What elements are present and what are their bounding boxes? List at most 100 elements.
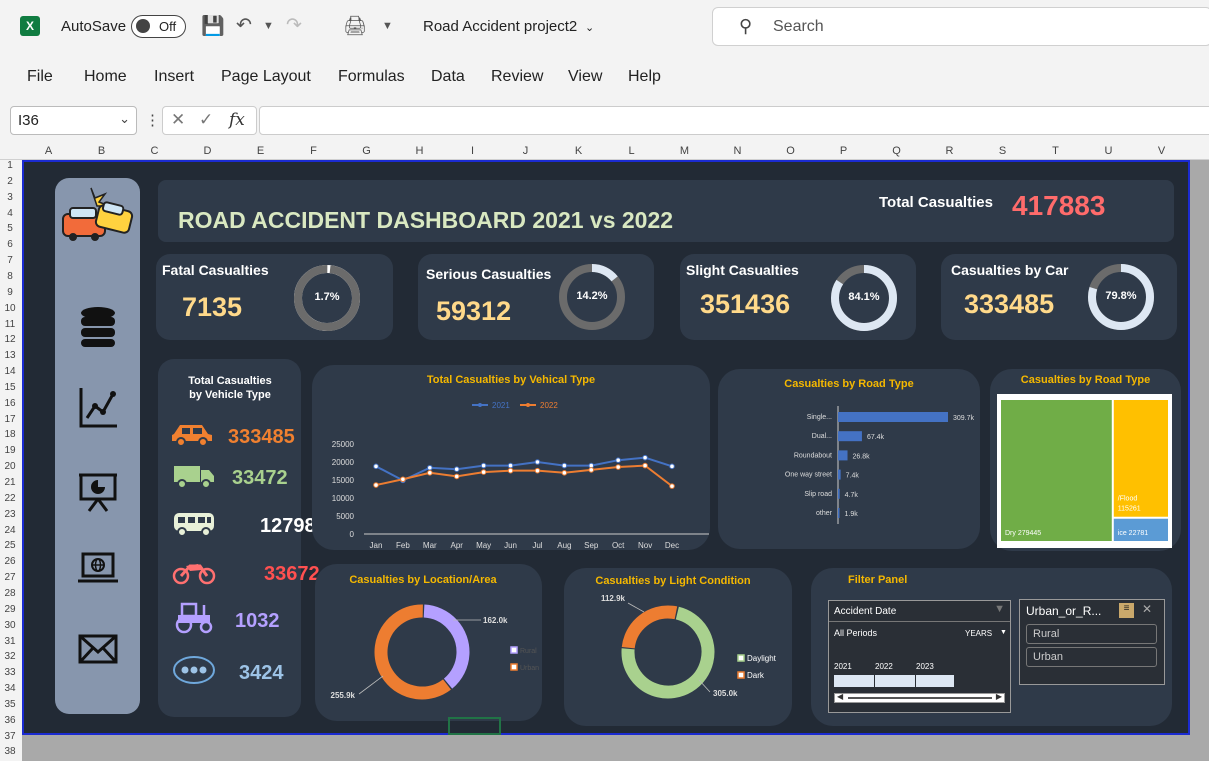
row-header[interactable]: 19 (0, 445, 20, 456)
redo-icon[interactable]: ↷ (286, 14, 302, 37)
tab-data[interactable]: Data (431, 68, 465, 86)
column-header[interactable]: T (1029, 145, 1082, 157)
column-header[interactable]: O (764, 145, 817, 157)
row-header[interactable]: 21 (0, 477, 20, 488)
row-header[interactable]: 5 (0, 223, 20, 234)
row-header[interactable]: 8 (0, 271, 20, 282)
column-header[interactable]: B (75, 145, 128, 157)
line-chart-icon[interactable] (77, 386, 119, 428)
row-header[interactable]: 29 (0, 604, 20, 615)
row-header[interactable]: 15 (0, 382, 20, 393)
level-dropdown-icon[interactable]: ▼ (1000, 629, 1007, 636)
print-preview-icon[interactable]: 🖨 (343, 14, 367, 38)
clear-filter-icon[interactable]: ▼ (994, 603, 1005, 615)
row-header[interactable]: 28 (0, 588, 20, 599)
row-header[interactable]: 26 (0, 556, 20, 567)
row-header[interactable]: 12 (0, 334, 20, 345)
mail-icon[interactable] (77, 628, 119, 670)
document-title[interactable]: Road Accident project2 (423, 18, 577, 35)
row-header[interactable]: 2 (0, 176, 20, 187)
row-header[interactable]: 11 (0, 319, 20, 330)
name-box-dropdown-icon[interactable]: ⌄ (119, 111, 130, 127)
row-header[interactable]: 35 (0, 699, 20, 710)
enter-icon[interactable]: ✓ (199, 110, 213, 130)
more-options-icon[interactable]: ⋮ (145, 111, 160, 129)
presentation-icon[interactable] (77, 470, 119, 512)
column-header[interactable]: E (234, 145, 287, 157)
row-header[interactable]: 16 (0, 398, 20, 409)
tab-view[interactable]: View (568, 68, 602, 86)
row-header[interactable]: 13 (0, 350, 20, 361)
row-header[interactable]: 32 (0, 651, 20, 662)
tab-file[interactable]: File (27, 68, 53, 86)
row-header[interactable]: 7 (0, 255, 20, 266)
timeline-bar-2023[interactable] (916, 675, 954, 687)
column-header[interactable]: N (711, 145, 764, 157)
tab-page-layout[interactable]: Page Layout (221, 68, 311, 86)
scroll-right-icon[interactable]: ▶ (996, 692, 1002, 701)
row-header[interactable]: 25 (0, 540, 20, 551)
row-header[interactable]: 17 (0, 414, 20, 425)
save-icon[interactable]: 💾 (201, 14, 225, 38)
column-header[interactable]: M (658, 145, 711, 157)
column-header[interactable]: U (1082, 145, 1135, 157)
tab-formulas[interactable]: Formulas (338, 68, 405, 86)
column-header[interactable]: C (128, 145, 181, 157)
tab-help[interactable]: Help (628, 68, 661, 86)
column-header[interactable]: V (1135, 145, 1188, 157)
timeline-scrollbar[interactable]: ◀ ▶ (834, 692, 1005, 703)
multi-select-icon[interactable]: ≡ (1119, 603, 1134, 618)
row-header[interactable]: 23 (0, 509, 20, 520)
row-header[interactable]: 24 (0, 525, 20, 536)
customize-toolbar-icon[interactable]: ▼ (382, 20, 393, 32)
column-header[interactable]: D (181, 145, 234, 157)
timeline-bar-2021[interactable] (834, 675, 874, 687)
row-header[interactable]: 34 (0, 683, 20, 694)
column-header[interactable]: R (923, 145, 976, 157)
car-crash-icon[interactable] (61, 184, 135, 244)
tab-review[interactable]: Review (491, 68, 543, 86)
row-header[interactable]: 38 (0, 746, 20, 757)
insert-function-icon[interactable]: fx (229, 110, 245, 130)
row-header[interactable]: 1 (0, 160, 20, 171)
clear-filter-icon[interactable]: ✕ (1142, 602, 1152, 616)
row-header[interactable]: 27 (0, 572, 20, 583)
scroll-thumb[interactable] (848, 697, 992, 699)
row-header[interactable]: 4 (0, 208, 20, 219)
scroll-left-icon[interactable]: ◀ (837, 692, 843, 701)
row-header[interactable]: 3 (0, 192, 20, 203)
row-header[interactable]: 33 (0, 667, 20, 678)
title-chevron-down-icon[interactable]: ⌄ (585, 21, 594, 34)
name-box[interactable]: I36 ⌄ (10, 106, 137, 135)
date-slicer-level[interactable]: YEARS (965, 629, 992, 638)
row-header[interactable]: 14 (0, 366, 20, 377)
undo-icon[interactable]: ↶ (236, 14, 252, 37)
timeline-bar-2022[interactable] (875, 675, 915, 687)
selected-cell[interactable] (448, 717, 501, 735)
formula-input[interactable] (259, 106, 1209, 135)
column-header[interactable]: F (287, 145, 340, 157)
column-header[interactable]: H (393, 145, 446, 157)
undo-dropdown-icon[interactable]: ▼ (263, 20, 274, 32)
laptop-globe-icon[interactable] (77, 548, 119, 590)
search-box[interactable]: ⚲ Search (712, 7, 1209, 46)
tab-insert[interactable]: Insert (154, 68, 194, 86)
row-header[interactable]: 20 (0, 461, 20, 472)
cancel-icon[interactable]: ✕ (171, 110, 185, 130)
row-header[interactable]: 31 (0, 636, 20, 647)
autosave-toggle[interactable]: Off (131, 15, 186, 38)
column-header[interactable]: S (976, 145, 1029, 157)
row-header[interactable]: 30 (0, 620, 20, 631)
row-header[interactable]: 9 (0, 287, 20, 298)
row-header[interactable]: 37 (0, 731, 20, 742)
slicer-option-rural[interactable]: Rural (1026, 624, 1157, 644)
column-header[interactable]: P (817, 145, 870, 157)
slicer-option-urban[interactable]: Urban (1026, 647, 1157, 667)
database-icon[interactable] (77, 306, 119, 348)
row-header[interactable]: 36 (0, 715, 20, 726)
column-header[interactable]: K (552, 145, 605, 157)
row-header[interactable]: 6 (0, 239, 20, 250)
column-header[interactable]: Q (870, 145, 923, 157)
column-header[interactable]: L (605, 145, 658, 157)
row-header[interactable]: 18 (0, 429, 20, 440)
